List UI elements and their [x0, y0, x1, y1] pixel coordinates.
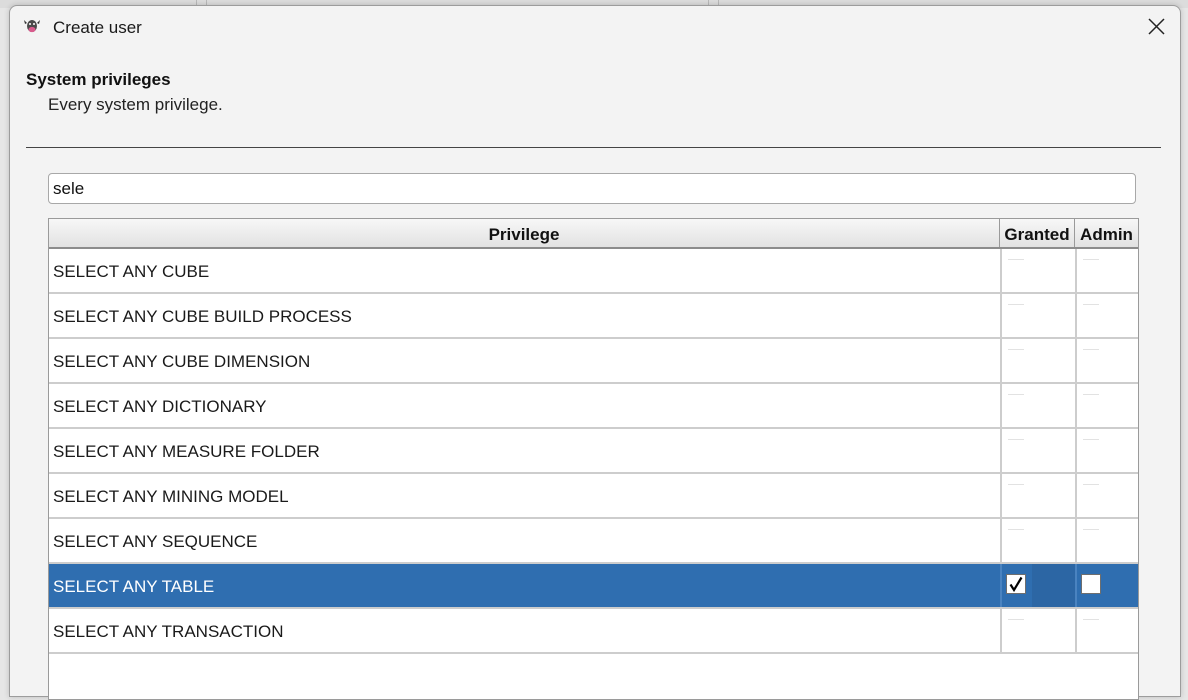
granted-cell[interactable]: [1000, 564, 1076, 607]
granted-cell[interactable]: [1000, 294, 1076, 337]
granted-empty-indicator: [1008, 259, 1024, 260]
admin-checkbox[interactable]: [1081, 574, 1101, 594]
table-row[interactable]: SELECT ANY CUBE DIMENSION: [49, 339, 1138, 384]
granted-empty-indicator: [1008, 439, 1024, 440]
admin-cell[interactable]: [1075, 294, 1138, 337]
dialog-title: Create user: [53, 18, 142, 37]
admin-empty-indicator: [1083, 619, 1099, 620]
table-row[interactable]: SELECT ANY CUBE: [49, 249, 1138, 294]
admin-cell[interactable]: [1075, 564, 1138, 607]
granted-cell[interactable]: [1000, 429, 1076, 472]
table-row[interactable]: SELECT ANY MEASURE FOLDER: [49, 429, 1138, 474]
divider: [26, 147, 1161, 148]
privilege-name: SELECT ANY CUBE: [53, 262, 210, 281]
granted-empty-indicator: [1008, 529, 1024, 530]
admin-empty-indicator: [1083, 484, 1099, 485]
cell-highlight: [1032, 564, 1076, 607]
close-icon: [1148, 18, 1165, 35]
table-row[interactable]: SELECT ANY SEQUENCE: [49, 519, 1138, 564]
granted-empty-indicator: [1008, 484, 1024, 485]
granted-cell[interactable]: [1000, 609, 1076, 652]
privilege-name: SELECT ANY CUBE DIMENSION: [53, 352, 311, 371]
admin-cell[interactable]: [1075, 429, 1138, 472]
privileges-table: Privilege Granted Admin SELECT ANY CUBE S…: [48, 218, 1139, 700]
admin-empty-indicator: [1083, 439, 1099, 440]
privilege-name: SELECT ANY TABLE: [53, 577, 215, 596]
granted-cell[interactable]: [1000, 519, 1076, 562]
granted-empty-indicator: [1008, 349, 1024, 350]
admin-cell[interactable]: [1075, 609, 1138, 652]
privilege-name: SELECT ANY DICTIONARY: [53, 397, 267, 416]
column-header-admin[interactable]: Admin: [1075, 219, 1138, 247]
create-user-dialog: Create user System privileges Every syst…: [9, 5, 1181, 700]
admin-cell[interactable]: [1075, 249, 1138, 292]
table-row[interactable]: SELECT ANY TRANSACTION: [49, 609, 1138, 654]
table-row[interactable]: SELECT ANY DICTIONARY: [49, 384, 1138, 429]
admin-cell[interactable]: [1075, 519, 1138, 562]
granted-cell[interactable]: [1000, 339, 1076, 382]
admin-cell[interactable]: [1075, 339, 1138, 382]
cow-icon: [22, 17, 42, 35]
privilege-name: SELECT ANY TRANSACTION: [53, 622, 284, 641]
dialog-titlebar[interactable]: Create user: [10, 6, 1180, 50]
admin-cell[interactable]: [1075, 474, 1138, 517]
table-header: Privilege Granted Admin: [49, 219, 1138, 249]
granted-empty-indicator: [1008, 304, 1024, 305]
table-row[interactable]: SELECT ANY TABLE: [49, 564, 1138, 609]
granted-cell[interactable]: [1000, 384, 1076, 427]
admin-empty-indicator: [1083, 304, 1099, 305]
table-row[interactable]: SELECT ANY MINING MODEL: [49, 474, 1138, 519]
privilege-name: SELECT ANY CUBE BUILD PROCESS: [53, 307, 352, 326]
granted-checkbox[interactable]: [1006, 574, 1026, 594]
granted-cell[interactable]: [1000, 474, 1076, 517]
admin-empty-indicator: [1083, 349, 1099, 350]
close-button[interactable]: [1134, 6, 1180, 48]
section-title: System privileges: [26, 70, 171, 89]
admin-cell[interactable]: [1075, 384, 1138, 427]
section-description: Every system privilege.: [48, 95, 223, 114]
privilege-name: SELECT ANY SEQUENCE: [53, 532, 258, 551]
admin-empty-indicator: [1083, 394, 1099, 395]
admin-empty-indicator: [1083, 259, 1099, 260]
granted-empty-indicator: [1008, 619, 1024, 620]
granted-cell[interactable]: [1000, 249, 1076, 292]
column-header-privilege[interactable]: Privilege: [49, 219, 1000, 247]
table-body: SELECT ANY CUBE SELECT ANY CUBE BUILD PRO…: [49, 249, 1138, 654]
column-header-granted[interactable]: Granted: [1000, 219, 1075, 247]
checkmark-icon: [1009, 576, 1023, 592]
privilege-filter-input[interactable]: [48, 173, 1136, 204]
privilege-name: SELECT ANY MEASURE FOLDER: [53, 442, 320, 461]
table-row[interactable]: SELECT ANY CUBE BUILD PROCESS: [49, 294, 1138, 339]
granted-empty-indicator: [1008, 394, 1024, 395]
privilege-name: SELECT ANY MINING MODEL: [53, 487, 289, 506]
admin-empty-indicator: [1083, 529, 1099, 530]
